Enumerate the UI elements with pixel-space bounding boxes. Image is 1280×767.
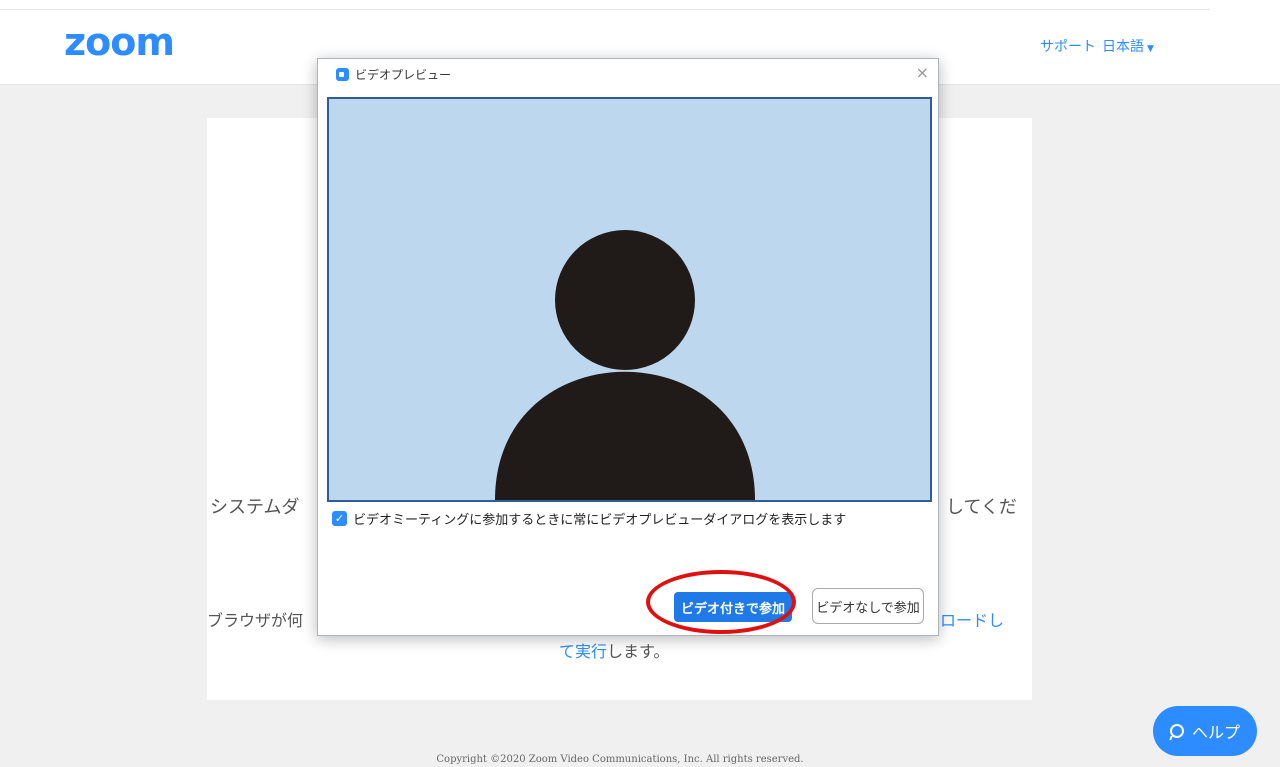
header-divider xyxy=(0,9,1210,10)
checkbox-checked-icon[interactable]: ✓ xyxy=(332,511,347,526)
system-dialog-text-right: してくだ xyxy=(946,497,1017,518)
copyright-footer: Copyright ©2020 Zoom Video Communication… xyxy=(436,754,804,765)
help-label: ヘルプ xyxy=(1191,723,1240,742)
support-link[interactable]: サポート xyxy=(1040,36,1096,56)
help-button[interactable]: ヘルプ xyxy=(1153,706,1257,756)
avatar-body xyxy=(495,371,755,500)
run-instruction: て実行します。 xyxy=(559,638,669,662)
join-without-video-button[interactable]: ビデオなしで参加 xyxy=(812,588,924,624)
system-dialog-text-left: システムダ xyxy=(210,497,300,518)
chevron-down-icon: ▼ xyxy=(1147,44,1154,54)
chat-bubble-icon xyxy=(1169,724,1184,738)
avatar-head xyxy=(555,230,695,370)
run-instruction-text: します。 xyxy=(607,642,670,661)
highlight-circle-annotation xyxy=(646,570,796,634)
video-preview-dialog: ビデオプレビュー × ✓ ビデオミーティングに参加するときに常にビデオプレビュー… xyxy=(317,58,939,636)
checkbox-label: ビデオミーティングに参加するときに常にビデオプレビューダイアログを表示します xyxy=(353,513,847,528)
dialog-title: ビデオプレビュー xyxy=(355,68,452,82)
always-show-preview-option[interactable]: ✓ ビデオミーティングに参加するときに常にビデオプレビューダイアログを表示します xyxy=(332,509,846,528)
close-button[interactable]: × xyxy=(916,63,929,82)
video-preview-area xyxy=(327,97,932,502)
browser-text-left: ブラウザが何 xyxy=(207,611,304,630)
dialog-titlebar: ビデオプレビュー xyxy=(336,66,451,83)
run-link[interactable]: て実行 xyxy=(559,642,607,661)
language-label: 日本語 xyxy=(1102,39,1144,55)
language-selector[interactable]: 日本語 ▼ xyxy=(1102,36,1154,56)
avatar-placeholder-icon xyxy=(495,230,755,500)
zoom-logo[interactable]: zoom xyxy=(64,20,175,64)
video-camera-icon xyxy=(336,68,349,81)
